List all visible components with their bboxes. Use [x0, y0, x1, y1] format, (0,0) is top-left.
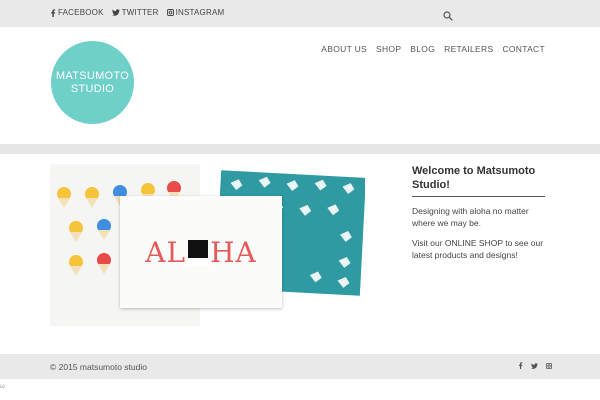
- facebook-link[interactable]: FACEBOOK: [50, 8, 104, 17]
- shop-text-before: Visit our: [412, 238, 445, 248]
- search-icon: [443, 11, 453, 21]
- nav-about-us[interactable]: ABOUT US: [321, 44, 367, 54]
- facebook-icon[interactable]: [518, 362, 523, 369]
- instagram-link[interactable]: INSTAGRAM: [166, 8, 225, 17]
- twitter-link[interactable]: TWITTER: [111, 8, 159, 17]
- hero-image: AL HA: [50, 164, 365, 326]
- aloha-card: AL HA: [120, 196, 282, 308]
- site-logo[interactable]: MATSUMOTO STUDIO: [51, 41, 134, 124]
- shop-paragraph: Visit our ONLINE SHOP to see our latest …: [412, 238, 545, 261]
- instagram-icon: [166, 9, 174, 16]
- main-nav: ABOUT US SHOP BLOG RETAILERS CONTACT: [321, 44, 545, 54]
- twitter-label: TWITTER: [121, 8, 159, 17]
- musubi-icon: [186, 240, 211, 266]
- nav-retailers[interactable]: RETAILERS: [444, 44, 493, 54]
- top-bar: FACEBOOK TWITTER INSTAGRAM: [0, 0, 600, 27]
- twitter-icon: [111, 9, 120, 16]
- site-footer: © 2015 matsumoto studio: [0, 354, 600, 379]
- social-links: FACEBOOK TWITTER INSTAGRAM: [50, 8, 224, 17]
- corner-mark: ω: [0, 384, 5, 390]
- copyright-text: © 2015 matsumoto studio: [50, 362, 147, 372]
- footer-social-links: [518, 362, 552, 369]
- aloha-artwork: AL HA: [145, 235, 257, 269]
- welcome-title: Welcome to Matsumoto Studio!: [412, 164, 545, 197]
- online-shop-link[interactable]: ONLINE SHOP: [445, 238, 503, 248]
- logo-line2: STUDIO: [70, 82, 115, 95]
- section-divider: [0, 144, 600, 154]
- facebook-icon: [50, 8, 56, 17]
- facebook-label: FACEBOOK: [58, 8, 104, 17]
- nav-shop[interactable]: SHOP: [376, 44, 401, 54]
- nav-blog[interactable]: BLOG: [410, 44, 435, 54]
- instagram-label: INSTAGRAM: [175, 8, 225, 17]
- instagram-icon[interactable]: [546, 362, 552, 369]
- site-header: MATSUMOTO STUDIO ABOUT US SHOP BLOG RETA…: [0, 27, 600, 144]
- intro-paragraph: Designing with aloha no matter where we …: [412, 206, 529, 228]
- twitter-icon[interactable]: [531, 362, 538, 369]
- search-button[interactable]: [443, 8, 454, 21]
- nav-contact[interactable]: CONTACT: [502, 44, 545, 54]
- welcome-sidebar: Welcome to Matsumoto Studio! Designing w…: [412, 164, 545, 261]
- logo-line1: MATSUMOTO: [55, 69, 130, 82]
